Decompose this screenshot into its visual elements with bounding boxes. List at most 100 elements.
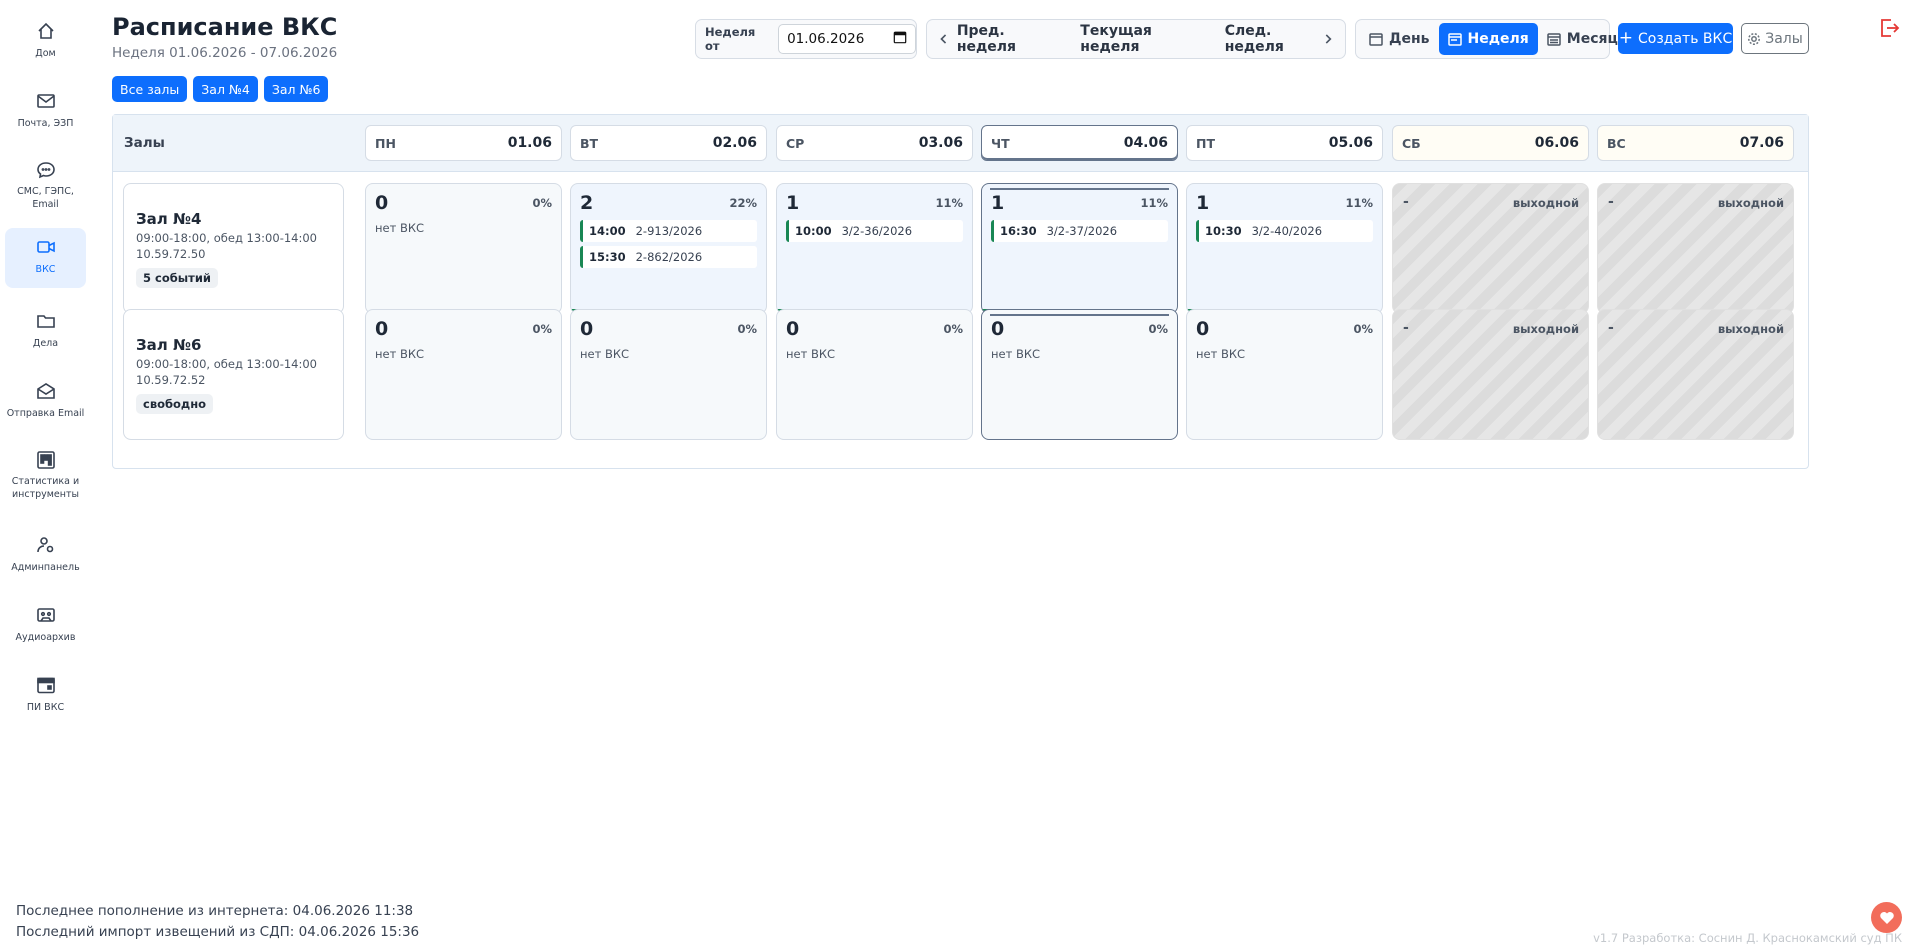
create-vks-button[interactable]: + Создать ВКС [1618,23,1733,54]
day-header[interactable]: ВТ 02.06 [570,125,767,161]
event-list: 14:00 2-913/2026 15:30 2-862/2026 [580,220,757,272]
day-cell[interactable]: 1 11% 10:00 3/2-36/2026 [776,183,973,314]
load-percent: 0% [532,196,552,210]
current-week-button[interactable]: Текущая неделя [1068,20,1204,58]
sidebar-item-label: Админпанель [11,562,80,573]
halls-column-label: Залы [124,135,165,151]
logout-icon[interactable] [1877,16,1901,40]
day-cell[interactable]: 1 11% 16:30 3/2-37/2026 [981,183,1178,314]
sidebar-item-5[interactable]: Отправка Email [5,372,86,430]
page-title: Расписание ВКС [112,13,338,41]
week-navigation: Пред. неделя Текущая неделя След. неделя [926,19,1346,59]
event-case: 2-913/2026 [635,224,703,238]
day-date: 07.06 [1739,135,1784,151]
day-date: 02.06 [712,135,757,151]
load-percent: 0% [532,322,552,336]
day-cell-weekend: - выходной [1597,309,1794,440]
sidebar-item-9[interactable]: ПИ ВКС [5,666,86,724]
sidebar-item-4[interactable]: Дела [5,302,86,360]
event-item[interactable]: 14:00 2-913/2026 [580,220,757,242]
event-time: 10:00 [795,224,832,238]
event-case: 3/2-36/2026 [841,224,913,238]
event-case: 3/2-40/2026 [1251,224,1323,238]
day-header[interactable]: СБ 06.06 [1392,125,1589,161]
view-week-button[interactable]: Неделя [1438,23,1538,55]
event-case: 2-862/2026 [635,250,703,264]
chevron-left-icon [940,34,947,44]
sidebar-item-1[interactable]: Почта, ЭЗП [5,82,86,140]
event-list: 16:30 3/2-37/2026 [991,220,1168,246]
day-name: ПТ [1196,135,1215,151]
sidebar-item-0[interactable]: Дом [5,12,86,70]
next-week-button[interactable]: След. неделя [1213,20,1345,58]
sidebar-item-label: Статистика и инструменты [11,476,80,500]
halls-button-label: Залы [1765,30,1803,47]
event-item[interactable]: 16:30 3/2-37/2026 [991,220,1168,242]
event-time: 15:30 [589,250,626,264]
filter-hall-4[interactable]: Зал №4 [193,76,258,102]
envelope-open-icon [35,380,57,402]
sidebar-item-7[interactable]: Админпанель [5,526,86,584]
load-percent: 11% [935,196,963,210]
day-cell-weekend: - выходной [1597,183,1794,314]
filter-all-halls[interactable]: Все залы [112,76,188,102]
day-cell[interactable]: 0 0% нет ВКС [1186,309,1383,440]
day-date: 01.06 [507,135,552,151]
view-month-button[interactable]: Месяц [1538,23,1627,55]
prev-week-button[interactable]: Пред. неделя [927,20,1060,58]
sidebar-item-6[interactable]: Статистика и инструменты [5,442,86,500]
no-events-text: нет ВКС [991,347,1041,361]
view-day-button[interactable]: День [1360,23,1439,55]
day-header[interactable]: ПТ 05.06 [1186,125,1383,161]
day-cell[interactable]: 0 0% нет ВКС [570,309,767,440]
sidebar-item-8[interactable]: Аудиоархив [5,596,86,654]
view-switcher: День Неделя Месяц [1355,19,1618,59]
sidebar-item-3[interactable]: ВКС [5,228,86,288]
event-count: 0 [786,318,800,340]
week-date-input[interactable]: 01.06.2026 [778,24,916,54]
day-header[interactable]: ЧТ 04.06 [981,125,1178,161]
current-week-label: Текущая неделя [1080,23,1152,55]
schedule-grid: Залы ПН 01.06 ВТ 02.06 СР 03.06 ЧТ 04.06 ПТ 05.06… [112,114,1809,469]
halls-button[interactable]: Залы [1741,23,1809,54]
hall-card[interactable]: Зал №4 09:00-18:00, обед 13:00-14:00 10.59… [123,183,344,314]
event-item[interactable]: 10:00 3/2-36/2026 [786,220,963,242]
load-percent: 0% [943,322,963,336]
hall-hours: 09:00-18:00, обед 13:00-14:00 [136,231,317,245]
event-item[interactable]: 15:30 2-862/2026 [580,246,757,268]
hall-name: Зал №4 [136,210,202,228]
heart-button[interactable] [1871,902,1902,933]
filter-hall-6[interactable]: Зал №6 [263,76,329,102]
day-date: 04.06 [1123,135,1168,151]
day-cell[interactable]: 0 0% нет ВКС [365,309,562,440]
day-cell[interactable]: 0 0% нет ВКС [981,309,1178,440]
day-cell[interactable]: 0 0% нет ВКС [365,183,562,314]
prev-week-label: Пред. неделя [956,23,1017,55]
sidebar-item-label: Аудиоархив [15,632,76,643]
hall-name: Зал №6 [136,336,202,354]
load-percent: 0% [1353,322,1373,336]
day-header[interactable]: СР 03.06 [776,125,973,161]
last-sdp-import: Последний импорт извещений из СДП: 04.06… [16,924,420,940]
day-header[interactable]: ВС 07.06 [1597,125,1794,161]
event-item[interactable]: 10:30 3/2-40/2026 [1196,220,1373,242]
no-events-text: нет ВКС [375,347,425,361]
no-events-text: нет ВКС [580,347,630,361]
day-cell[interactable]: 2 22% 14:00 2-913/2026 15:30 2-862/2026 [570,183,767,314]
day-header[interactable]: ПН 01.06 [365,125,562,161]
sidebar-item-label: ПИ ВКС [26,702,65,713]
day-cell[interactable]: 1 11% 10:30 3/2-40/2026 [1186,183,1383,314]
event-count: 0 [375,192,389,214]
day-date: 05.06 [1328,135,1373,151]
load-percent: 0% [1148,322,1168,336]
no-events-text: нет ВКС [1196,347,1246,361]
calendar-icon[interactable] [893,30,907,48]
sidebar-item-2[interactable]: СМС, ГЭПС, Email [5,152,86,210]
event-count: 0 [1196,318,1210,340]
hall-card[interactable]: Зал №6 09:00-18:00, обед 13:00-14:00 10.59… [123,309,344,440]
day-cell[interactable]: 0 0% нет ВКС [776,309,973,440]
schedule-header: Залы ПН 01.06 ВТ 02.06 СР 03.06 ЧТ 04.06 ПТ 05.06… [113,115,1808,172]
view-week-label: Неделя [1467,31,1529,47]
day-date: 03.06 [918,135,963,151]
day-date: 06.06 [1534,135,1579,151]
